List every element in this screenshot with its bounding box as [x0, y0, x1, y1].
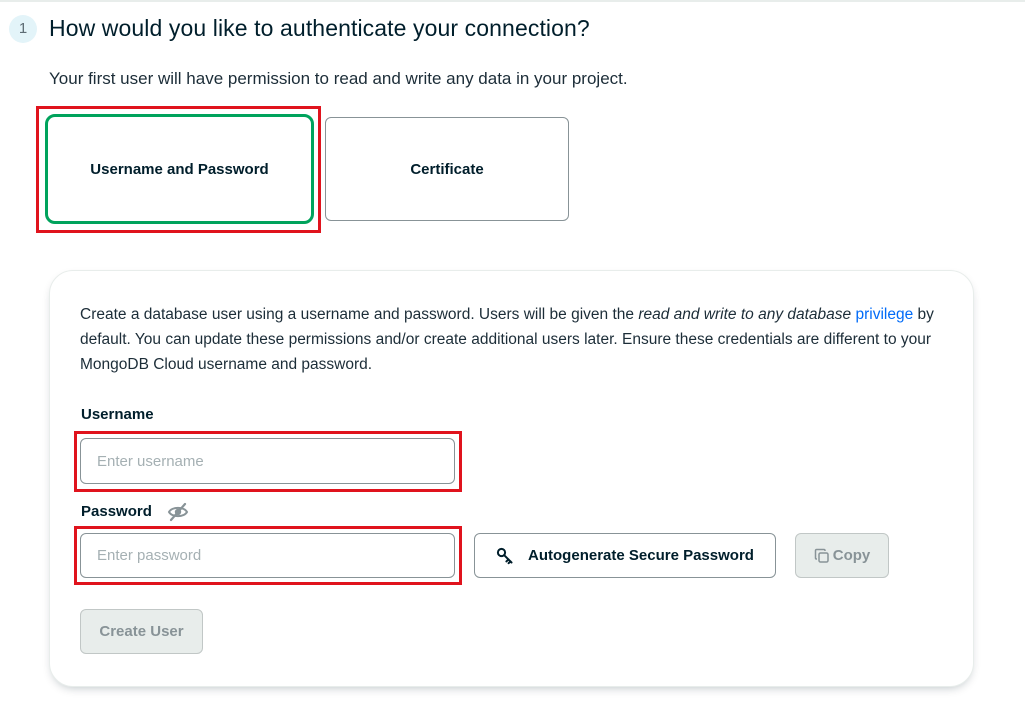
step-subtitle: Your first user will have permission to …: [49, 69, 628, 88]
autogenerate-password-button[interactable]: Autogenerate Secure Password: [474, 533, 776, 578]
copy-icon: [814, 548, 829, 563]
description-text: Create a database user using a username …: [80, 306, 639, 323]
description-emphasis: read and write to any database: [638, 306, 852, 323]
step-number-badge: 1: [9, 15, 37, 43]
auth-option-label: Certificate: [410, 160, 484, 178]
copy-password-button[interactable]: Copy: [795, 533, 889, 578]
username-label: Username: [81, 406, 154, 423]
password-input[interactable]: [80, 533, 455, 578]
page: 1 How would you like to authenticate you…: [0, 0, 1025, 707]
autogenerate-label: Autogenerate Secure Password: [528, 547, 754, 564]
username-input[interactable]: [80, 438, 455, 484]
password-label: Password: [81, 503, 152, 520]
auth-option-label: Username and Password: [90, 160, 269, 178]
privilege-link[interactable]: privilege: [855, 306, 913, 323]
auth-option-username-password[interactable]: Username and Password: [45, 114, 314, 224]
key-icon: [496, 547, 513, 564]
copy-label: Copy: [832, 547, 871, 564]
auth-option-certificate[interactable]: Certificate: [325, 117, 569, 221]
top-divider: [0, 0, 1025, 2]
panel-description: Create a database user using a username …: [80, 302, 945, 377]
step-title: How would you like to authenticate your …: [49, 15, 590, 41]
create-user-button[interactable]: Create User: [80, 609, 203, 654]
eye-off-icon[interactable]: [167, 501, 189, 523]
